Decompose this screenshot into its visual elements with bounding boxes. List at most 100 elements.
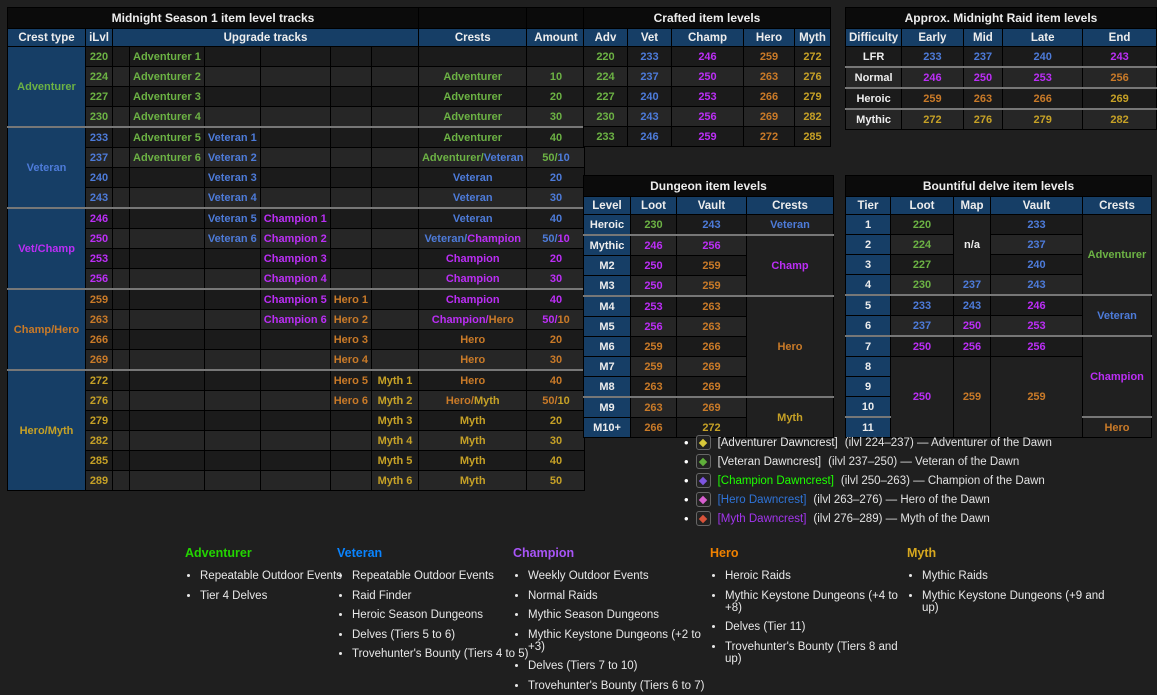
raid-value-cell: 282 xyxy=(1083,109,1157,130)
track-cell-veteran xyxy=(204,431,260,451)
raid-value-cell: 266 xyxy=(1003,88,1083,109)
amount-cell: 50/10 xyxy=(527,148,585,168)
crest-link[interactable]: [Veteran Dawncrest] xyxy=(718,456,822,468)
dungeon-loot-cell: 263 xyxy=(631,377,677,398)
track-cell-myth: Myth 5 xyxy=(371,451,418,471)
track-cell-myth xyxy=(371,310,418,330)
crafted-cell: 230 xyxy=(584,107,628,127)
bullet-icon: • xyxy=(684,511,689,526)
track-cell-myth: Myth 4 xyxy=(371,431,418,451)
sources-header: Veteran xyxy=(337,546,537,560)
crafted-cell: 253 xyxy=(672,87,744,107)
ilvl-cell: 233 xyxy=(86,127,113,148)
track-cell-veteran xyxy=(204,47,260,67)
amount-cell: 40 xyxy=(527,208,585,229)
delve-map-cell: 243 xyxy=(954,295,991,316)
amount-cell: 20 xyxy=(527,249,585,269)
track-cell-hero: Hero 4 xyxy=(330,350,371,371)
raid-value-cell: 250 xyxy=(963,67,1003,88)
dungeon-loot-cell: 259 xyxy=(631,357,677,377)
crest-link[interactable]: [Champion Dawncrest] xyxy=(718,475,834,487)
crests-cell: Champion/Hero xyxy=(418,310,527,330)
crest-link[interactable]: [Adventurer Dawncrest] xyxy=(718,437,838,449)
source-item: Trovehunter's Bounty (Tiers 4 to 5) xyxy=(352,648,537,660)
raid-value-cell: 279 xyxy=(1003,109,1083,130)
col-header-crests: Crests xyxy=(1083,197,1152,215)
source-item: Raid Finder xyxy=(352,590,537,602)
dungeon-level-cell: M8 xyxy=(584,377,631,398)
crests-cell: Hero xyxy=(418,330,527,350)
delve-tier-cell: 5 xyxy=(846,295,891,316)
track-cell-myth xyxy=(371,67,418,87)
delve-map-cell: 256 xyxy=(954,336,991,357)
amount-cell: 20 xyxy=(527,168,585,188)
amount-cell xyxy=(527,47,585,67)
track-cell-myth xyxy=(371,229,418,249)
delve-vault-cell: 240 xyxy=(991,255,1083,275)
crafted-cell: 233 xyxy=(628,47,672,67)
amount-cell: 40 xyxy=(527,127,585,148)
col-header-end: End xyxy=(1083,29,1157,47)
delve-loot-cell: 233 xyxy=(891,295,954,316)
bullet-icon: • xyxy=(684,473,689,488)
crafted-cell: 266 xyxy=(744,87,795,107)
amount-part-2: 10 xyxy=(558,395,570,407)
crest-part-1: Myth xyxy=(460,435,486,447)
track-cell-veteran xyxy=(204,391,260,411)
spacer-cell xyxy=(113,168,130,188)
crafted-cell: 279 xyxy=(795,87,831,107)
sources-column-veteran: Veteran Repeatable Outdoor Events Raid F… xyxy=(337,540,537,668)
sources-list: Mythic Raids Mythic Keystone Dungeons (+… xyxy=(907,570,1107,614)
track-cell-adventurer xyxy=(130,451,205,471)
crest-part-1: Myth xyxy=(460,415,486,427)
delve-vault-cell: 246 xyxy=(991,295,1083,316)
crests-cell: Hero/Myth xyxy=(418,391,527,411)
crest-link[interactable]: [Myth Dawncrest] xyxy=(718,513,807,525)
dungeon-loot-cell: 246 xyxy=(631,235,677,256)
track-cell-adventurer: Adventurer 1 xyxy=(130,47,205,67)
col-header-difficulty: Difficulty xyxy=(846,29,902,47)
dungeon-table: Dungeon item levels LevelLootVaultCrests… xyxy=(583,175,834,438)
ilvl-cell: 240 xyxy=(86,168,113,188)
track-cell-myth: Myth 2 xyxy=(371,391,418,411)
spacer-cell xyxy=(113,47,130,67)
crest-type-cell: Adventurer xyxy=(8,47,86,128)
title-empty-cell xyxy=(418,8,527,29)
amount-cell: 10 xyxy=(527,67,585,87)
dungeon-vault-cell: 269 xyxy=(677,357,747,377)
track-cell-champion xyxy=(260,411,330,431)
source-item: Heroic Season Dungeons xyxy=(352,609,537,621)
spacer-cell xyxy=(113,188,130,209)
crest-type-cell: Veteran xyxy=(8,127,86,208)
amount-part-1: 50/ xyxy=(542,152,557,164)
track-cell-myth xyxy=(371,168,418,188)
col-header-amount: Amount xyxy=(527,29,585,47)
track-cell-hero: Hero 6 xyxy=(330,391,371,411)
track-cell-champion xyxy=(260,148,330,168)
crest-link[interactable]: [Hero Dawncrest] xyxy=(718,494,807,506)
track-cell-champion xyxy=(260,471,330,491)
spacer-cell xyxy=(113,471,130,491)
ilvl-cell: 253 xyxy=(86,249,113,269)
track-cell-veteran: Veteran 3 xyxy=(204,168,260,188)
track-cell-veteran xyxy=(204,330,260,350)
col-header-tier: Tier xyxy=(846,197,891,215)
crest-part-1: Veteran xyxy=(453,172,493,184)
dungeon-level-cell: M4 xyxy=(584,296,631,317)
track-cell-champion xyxy=(260,168,330,188)
ilvl-cell: 256 xyxy=(86,269,113,290)
amount-part-1: 30 xyxy=(550,435,562,447)
delve-tier-cell: 6 xyxy=(846,316,891,337)
amount-cell: 30 xyxy=(527,107,585,128)
track-cell-hero xyxy=(330,47,371,67)
crafted-table: Crafted item levels AdvVetChampHeroMyth … xyxy=(583,7,831,147)
source-item: Mythic Raids xyxy=(922,570,1107,582)
spacer-cell xyxy=(113,269,130,290)
dungeon-vault-cell: 263 xyxy=(677,296,747,317)
amount-cell: 50/10 xyxy=(527,391,585,411)
ilvl-cell: 266 xyxy=(86,330,113,350)
amount-part-1: 30 xyxy=(550,273,562,285)
amount-part-1: 30 xyxy=(550,111,562,123)
crests-cell: Veteran xyxy=(418,168,527,188)
track-cell-hero xyxy=(330,269,371,290)
